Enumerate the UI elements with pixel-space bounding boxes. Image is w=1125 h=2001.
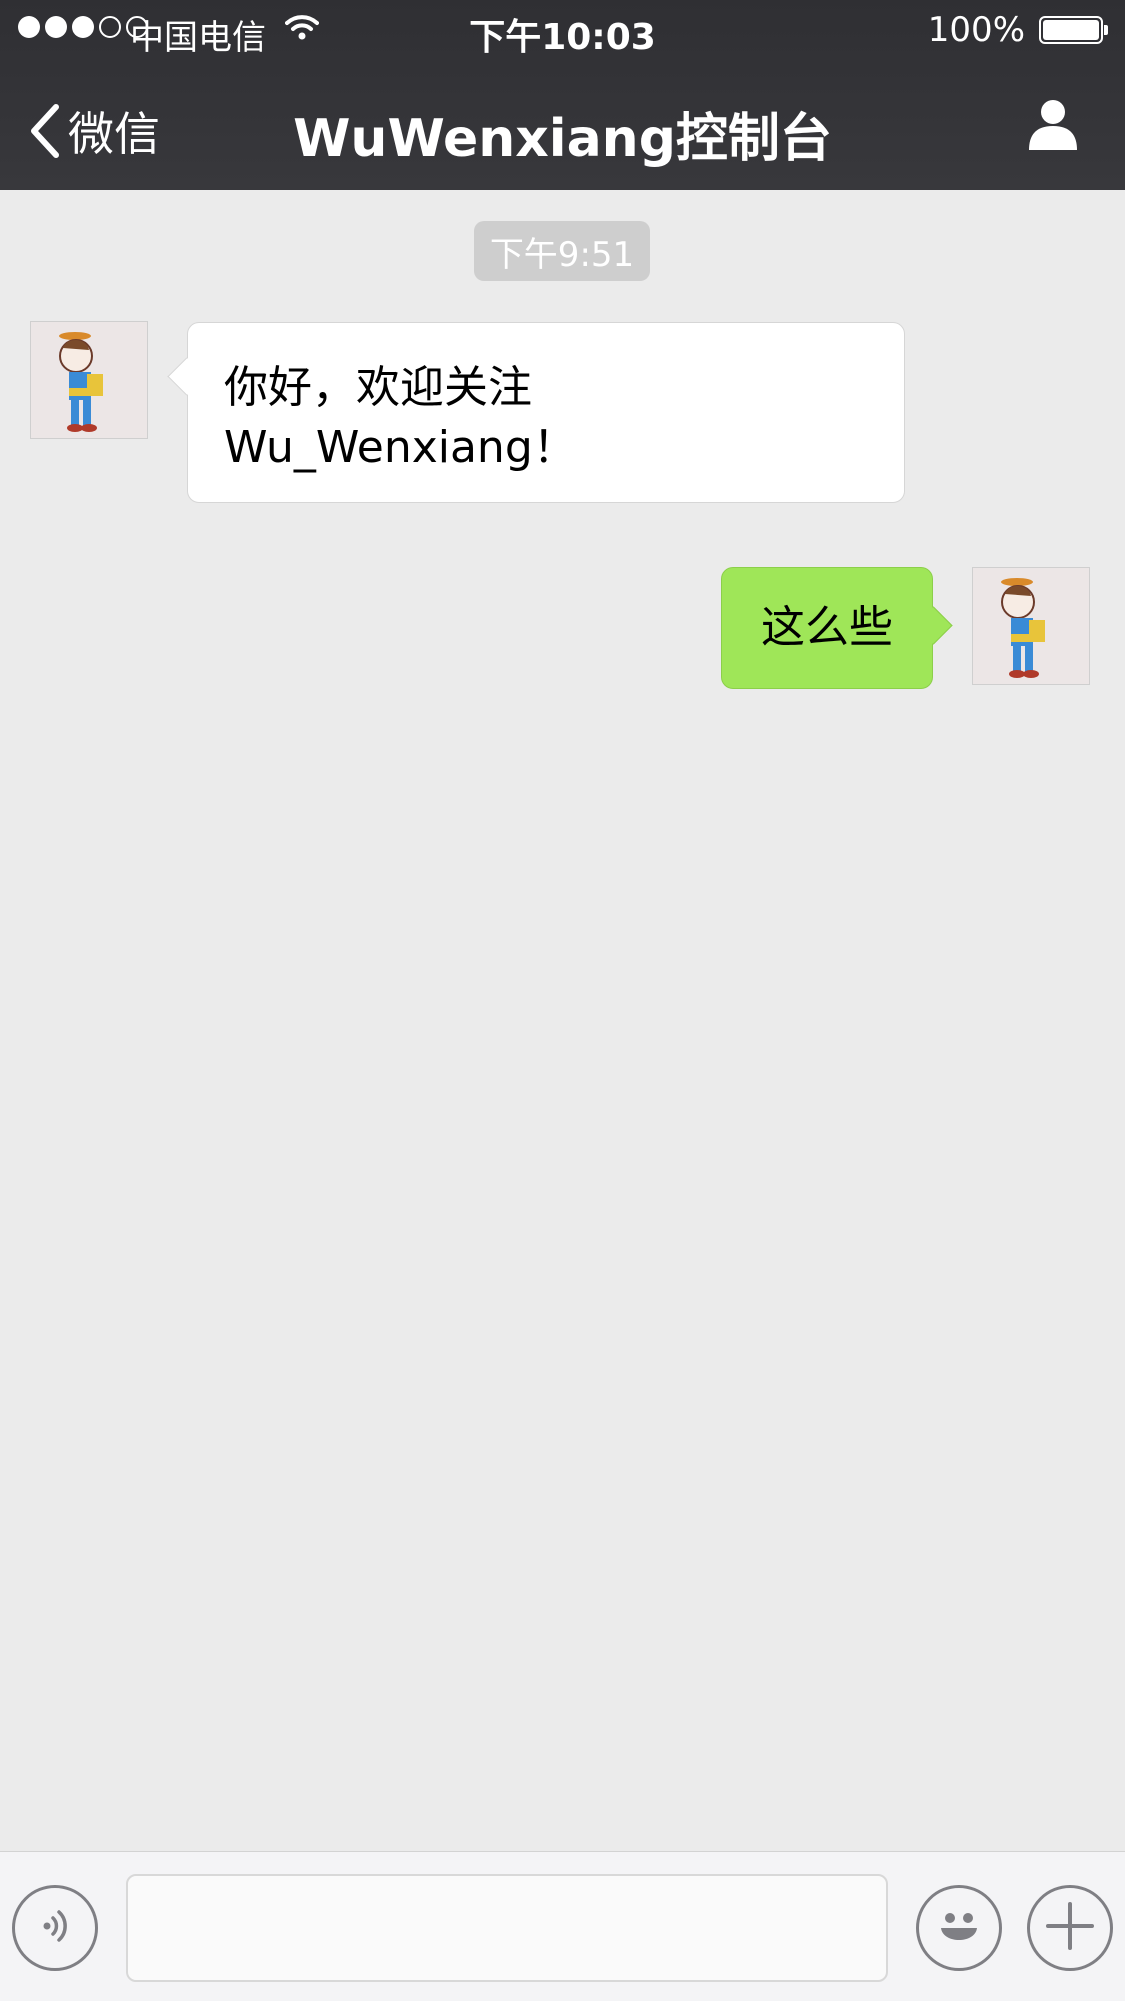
header: 中国电信 下午10:03 100% 微信 WuWenxiang控制台 [0, 0, 1125, 190]
navigation-bar: 微信 WuWenxiang控制台 [0, 60, 1125, 190]
voice-button[interactable] [12, 1885, 98, 1971]
battery-percentage: 100% [927, 10, 1025, 50]
cartoon-boy-avatar-icon [973, 568, 1089, 684]
bubble-tail [167, 357, 206, 396]
voice-icon [33, 1904, 77, 1952]
message-text: 这么些 [761, 602, 893, 653]
message-timestamp: 下午9:51 [474, 221, 650, 281]
status-bar: 中国电信 下午10:03 100% [0, 0, 1125, 60]
person-icon [1025, 100, 1081, 156]
message-input[interactable] [126, 1874, 888, 1982]
page-title: WuWenxiang控制台 [293, 109, 832, 169]
profile-button[interactable] [1025, 96, 1081, 156]
outgoing-message-bubble[interactable]: 这么些 [721, 567, 953, 689]
emoji-button[interactable] [916, 1885, 1002, 1971]
message-text-line: Wu_Wenxiang！ [224, 422, 577, 473]
more-button[interactable] [1027, 1885, 1113, 1971]
cartoon-boy-avatar-icon [31, 322, 147, 438]
incoming-message-bubble[interactable]: 你好，欢迎关注 Wu_Wenxiang！ [167, 322, 905, 503]
battery-icon [1039, 16, 1108, 44]
message-text-line: 你好，欢迎关注 [224, 362, 532, 413]
plus-icon [1042, 1898, 1098, 1958]
bubble-tail [914, 606, 953, 645]
emoji-icon [929, 1896, 989, 1960]
contact-avatar[interactable] [30, 321, 148, 439]
my-avatar[interactable] [972, 567, 1090, 685]
input-toolbar [0, 1851, 1125, 2001]
